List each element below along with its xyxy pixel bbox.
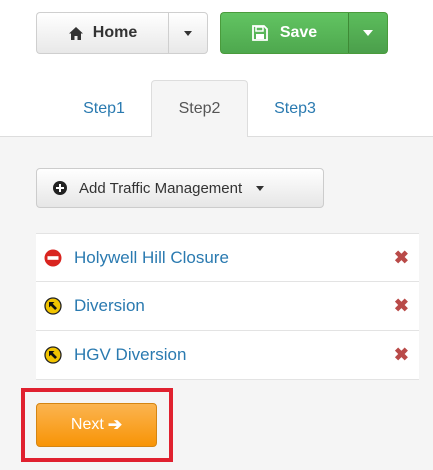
item-label[interactable]: Holywell Hill Closure bbox=[74, 248, 229, 268]
list-item: Diversion ✖ bbox=[36, 282, 419, 331]
remove-icon[interactable]: ✖ bbox=[394, 296, 409, 317]
diversion-arrow-icon bbox=[44, 346, 62, 364]
step2-panel: Add Traffic Management Holywell Hill Clo… bbox=[0, 137, 433, 470]
list-item: Holywell Hill Closure ✖ bbox=[36, 233, 419, 282]
traffic-management-list: Holywell Hill Closure ✖ Diversion ✖ HGV … bbox=[36, 233, 419, 380]
diversion-arrow-icon bbox=[44, 297, 62, 315]
next-button[interactable]: Next ➔ bbox=[36, 403, 157, 447]
plus-circle-icon bbox=[53, 181, 67, 195]
home-button[interactable]: Home bbox=[36, 12, 168, 54]
home-icon bbox=[68, 26, 83, 40]
step-tabs: Step1 Step2 Step3 bbox=[0, 80, 433, 138]
save-button[interactable]: Save bbox=[220, 12, 348, 54]
item-label[interactable]: Diversion bbox=[74, 296, 145, 316]
add-traffic-management-button[interactable]: Add Traffic Management bbox=[36, 168, 324, 208]
remove-icon[interactable]: ✖ bbox=[394, 247, 409, 268]
page: Home Save Step1 Step2 Step3 Add Traffic … bbox=[0, 0, 433, 470]
tab-step1[interactable]: Step1 bbox=[57, 80, 151, 137]
list-item: HGV Diversion ✖ bbox=[36, 331, 419, 380]
no-entry-icon bbox=[44, 249, 62, 266]
save-button-group: Save bbox=[220, 12, 388, 54]
floppy-disk-icon bbox=[251, 25, 268, 41]
save-dropdown-toggle[interactable] bbox=[348, 12, 388, 54]
chevron-down-icon bbox=[256, 185, 265, 191]
home-button-group: Home bbox=[36, 12, 208, 54]
chevron-down-icon bbox=[184, 30, 192, 36]
remove-icon[interactable]: ✖ bbox=[394, 345, 409, 366]
item-label[interactable]: HGV Diversion bbox=[74, 345, 186, 365]
home-dropdown-toggle[interactable] bbox=[168, 12, 208, 54]
add-traffic-management-label: Add Traffic Management bbox=[79, 179, 243, 197]
home-button-label: Home bbox=[92, 24, 138, 41]
tab-step2[interactable]: Step2 bbox=[151, 80, 248, 138]
save-button-label: Save bbox=[279, 24, 318, 41]
tab-step3[interactable]: Step3 bbox=[248, 80, 342, 137]
arrow-right-icon: ➔ bbox=[107, 415, 123, 434]
next-button-label: Next bbox=[70, 416, 104, 433]
chevron-down-icon bbox=[363, 30, 373, 36]
